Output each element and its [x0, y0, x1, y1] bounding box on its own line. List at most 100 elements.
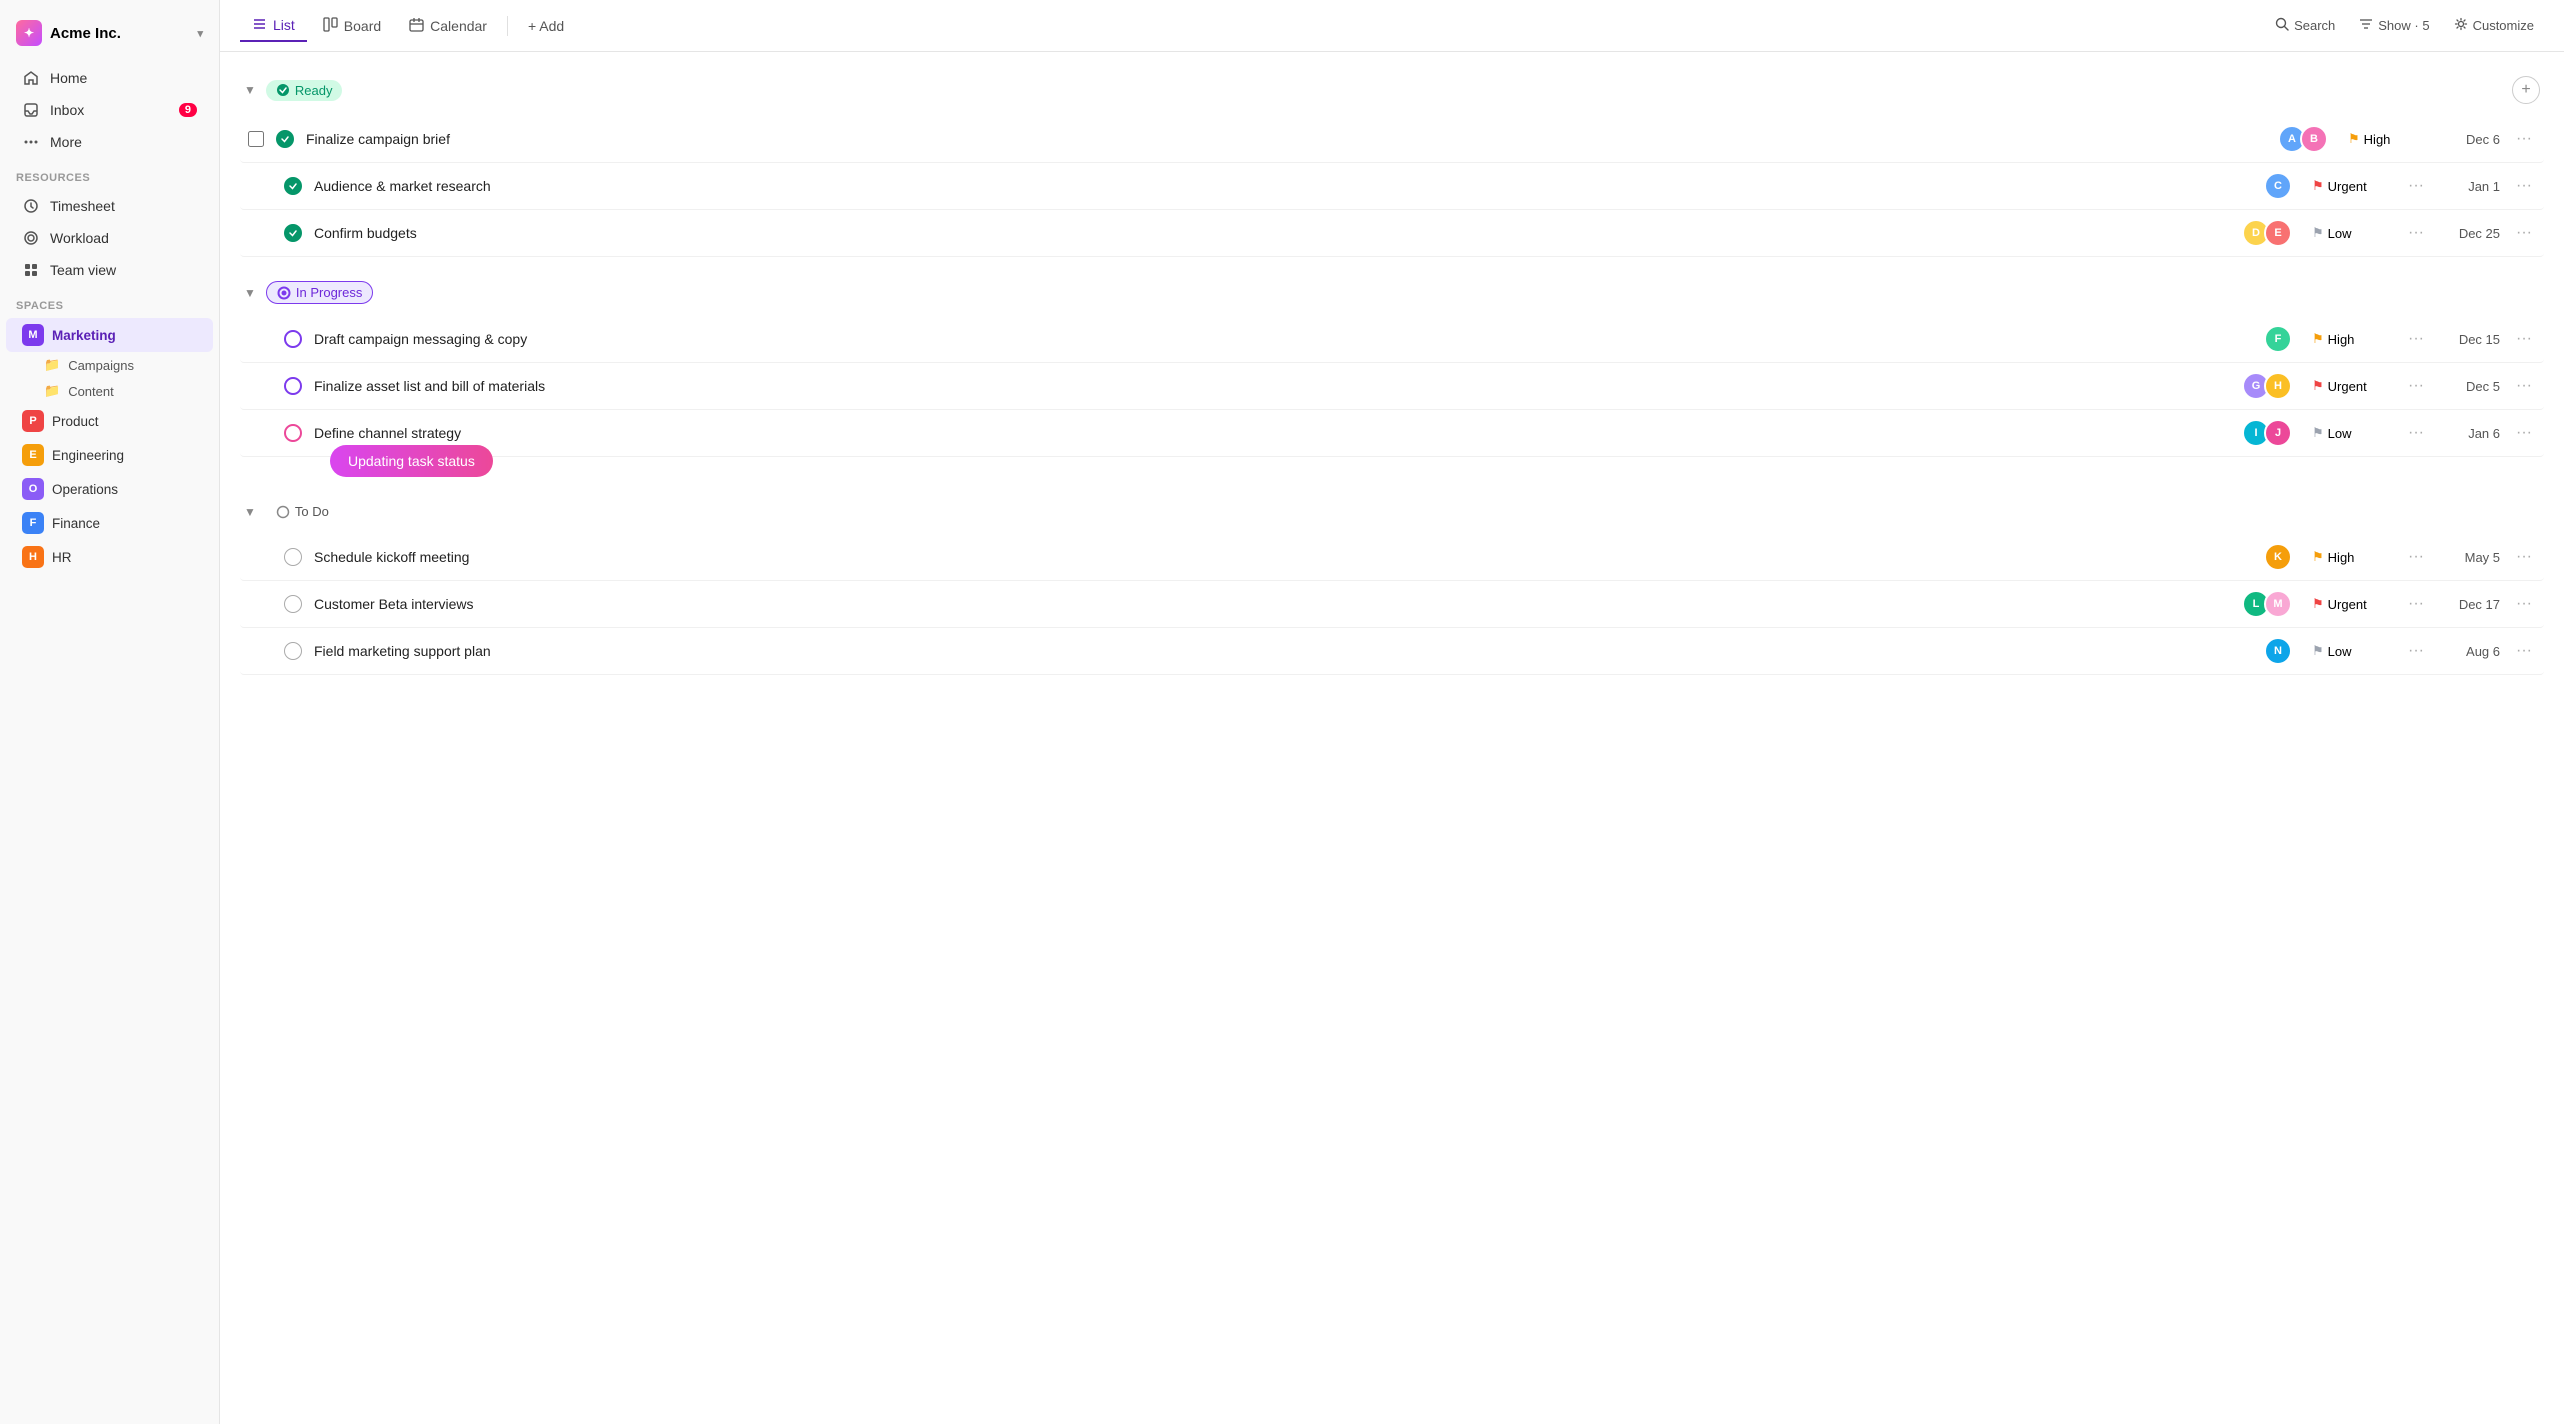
avatar: E: [2264, 219, 2292, 247]
task-more-t8[interactable]: ···: [2512, 595, 2536, 613]
task-more-t3[interactable]: ···: [2512, 224, 2536, 242]
tab-list[interactable]: List: [240, 10, 307, 42]
sidebar-item-marketing[interactable]: M Marketing: [6, 318, 213, 352]
task-more-t5[interactable]: ···: [2512, 377, 2536, 395]
tab-list-label: List: [273, 17, 295, 33]
task-dots-t6[interactable]: ···: [2404, 424, 2428, 442]
campaigns-label: Campaigns: [68, 358, 134, 373]
task-avatars-t6: I J: [2242, 419, 2292, 447]
task-more-t2[interactable]: ···: [2512, 177, 2536, 195]
sidebar-item-campaigns[interactable]: 📁 Campaigns: [6, 352, 213, 378]
group-header-todo[interactable]: ▼ To Do: [240, 493, 2544, 530]
task-more-t1[interactable]: ···: [2512, 130, 2536, 148]
task-date-t2: Jan 1: [2440, 179, 2500, 194]
group-header-ready[interactable]: ▼ Ready +: [240, 68, 2544, 112]
task-name-t9: Field marketing support plan: [314, 643, 2252, 659]
sidebar-item-workload[interactable]: Workload: [6, 222, 213, 254]
group-header-inprogress[interactable]: ▼ In Progress: [240, 273, 2544, 312]
task-status-t1[interactable]: [276, 130, 294, 148]
sidebar-item-finance[interactable]: F Finance: [6, 506, 213, 540]
table-row: Customer Beta interviews L M ⚑ Urgent ··…: [240, 581, 2544, 628]
priority-flag-icon: ⚑: [2312, 331, 2324, 347]
sidebar-item-product[interactable]: P Product: [6, 404, 213, 438]
task-dots-t9[interactable]: ···: [2404, 642, 2428, 660]
brand-icon: ✦: [16, 20, 42, 46]
task-more-t6[interactable]: ···: [2512, 424, 2536, 442]
task-status-t4[interactable]: [284, 330, 302, 348]
task-status-t9[interactable]: [284, 642, 302, 660]
calendar-tab-icon: [409, 17, 424, 35]
task-status-t3[interactable]: [284, 224, 302, 242]
task-dots-t7[interactable]: ···: [2404, 548, 2428, 566]
hr-avatar: H: [22, 546, 44, 568]
task-avatars-t1: A B: [2278, 125, 2328, 153]
task-date-t6: Jan 6: [2440, 426, 2500, 441]
avatar: J: [2264, 419, 2292, 447]
add-button[interactable]: + Add: [516, 12, 576, 40]
brand-name: Acme Inc.: [50, 25, 121, 42]
search-button[interactable]: Search: [2265, 12, 2345, 39]
task-dots-t2[interactable]: ···: [2404, 177, 2428, 195]
task-priority-t3: ⚑ Low: [2312, 225, 2392, 241]
sidebar-item-timesheet[interactable]: Timesheet: [6, 190, 213, 222]
task-priority-t9: ⚑ Low: [2312, 643, 2392, 659]
task-status-t6[interactable]: [284, 424, 302, 442]
sidebar: ✦ Acme Inc. ▾ Home Inbox 9 M: [0, 0, 220, 1424]
search-label: Search: [2294, 18, 2335, 33]
priority-flag-icon: ⚑: [2348, 131, 2360, 147]
priority-label-t5: Urgent: [2328, 379, 2367, 394]
task-status-t2[interactable]: [284, 177, 302, 195]
sidebar-item-engineering[interactable]: E Engineering: [6, 438, 213, 472]
brand[interactable]: ✦ Acme Inc. ▾: [0, 12, 219, 62]
task-date-t3: Dec 25: [2440, 226, 2500, 241]
sidebar-item-inbox[interactable]: Inbox 9: [6, 94, 213, 126]
workload-label: Workload: [50, 230, 109, 246]
product-label: Product: [52, 414, 99, 429]
task-dots-t3[interactable]: ···: [2404, 224, 2428, 242]
tab-calendar[interactable]: Calendar: [397, 11, 499, 41]
task-dots-t8[interactable]: ···: [2404, 595, 2428, 613]
task-more-t7[interactable]: ···: [2512, 548, 2536, 566]
workload-icon: [22, 229, 40, 247]
priority-label-t9: Low: [2328, 644, 2352, 659]
task-date-t1: Dec 6: [2440, 132, 2500, 147]
task-avatars-t9: N: [2264, 637, 2292, 665]
topbar-divider: [507, 16, 508, 36]
finance-label: Finance: [52, 516, 100, 531]
sidebar-item-teamview[interactable]: Team view: [6, 254, 213, 286]
topbar: List Board Calendar: [220, 0, 2564, 52]
inprogress-chevron-icon: ▼: [244, 286, 256, 300]
tab-board-label: Board: [344, 18, 381, 34]
inprogress-badge: In Progress: [266, 281, 373, 304]
task-more-t4[interactable]: ···: [2512, 330, 2536, 348]
avatar: C: [2264, 172, 2292, 200]
task-dots-t5[interactable]: ···: [2404, 377, 2428, 395]
priority-label-t4: High: [2328, 332, 2355, 347]
task-checkbox-t1[interactable]: [248, 131, 264, 147]
inbox-badge: 9: [179, 103, 197, 117]
list-tab-icon: [252, 16, 267, 34]
sidebar-item-operations[interactable]: O Operations: [6, 472, 213, 506]
task-dots-t4[interactable]: ···: [2404, 330, 2428, 348]
customize-button[interactable]: Customize: [2444, 12, 2544, 39]
task-status-t7[interactable]: [284, 548, 302, 566]
sidebar-item-more[interactable]: More: [6, 126, 213, 158]
sidebar-item-home[interactable]: Home: [6, 62, 213, 94]
task-more-t9[interactable]: ···: [2512, 642, 2536, 660]
product-avatar: P: [22, 410, 44, 432]
sidebar-item-content[interactable]: 📁 Content: [6, 378, 213, 404]
task-status-t5[interactable]: [284, 377, 302, 395]
sidebar-item-hr[interactable]: H HR: [6, 540, 213, 574]
ready-add-button[interactable]: +: [2512, 76, 2540, 104]
tab-board[interactable]: Board: [311, 11, 393, 41]
todo-label: To Do: [295, 504, 329, 519]
task-name-t7: Schedule kickoff meeting: [314, 549, 2252, 565]
timesheet-label: Timesheet: [50, 198, 115, 214]
show-button[interactable]: Show · 5: [2349, 12, 2439, 39]
avatar: F: [2264, 325, 2292, 353]
priority-label-t7: High: [2328, 550, 2355, 565]
task-name-t3: Confirm budgets: [314, 225, 2230, 241]
task-status-t8[interactable]: [284, 595, 302, 613]
task-row-wrapper-t2: Audience & market research C ⚑ Urgent ··…: [240, 163, 2544, 210]
ready-chevron-icon: ▼: [244, 83, 256, 97]
